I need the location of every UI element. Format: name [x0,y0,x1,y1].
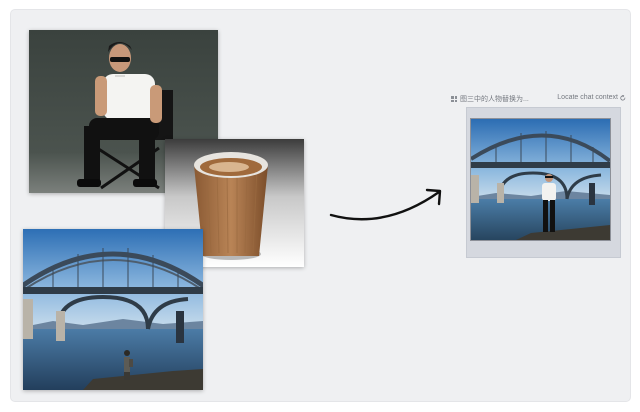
curved-arrow-icon [329,188,442,221]
workspace-canvas: 图三中的人物替换为... Locate chat context [11,10,630,401]
locate-chat-context-label: Locate chat context [557,94,618,101]
result-header: 图三中的人物替换为... Locate chat context [451,93,626,105]
grid-icon [451,96,457,102]
result-title-text: 图三中的人物替换为... [460,96,529,103]
result-preview-frame[interactable] [466,107,621,258]
refresh-arrow-icon [620,94,626,100]
result-title: 图三中的人物替换为... [451,94,529,104]
locate-chat-context-button[interactable]: Locate chat context [557,94,626,101]
result-image[interactable] [470,118,611,241]
bridge-person-photo[interactable] [23,229,203,390]
